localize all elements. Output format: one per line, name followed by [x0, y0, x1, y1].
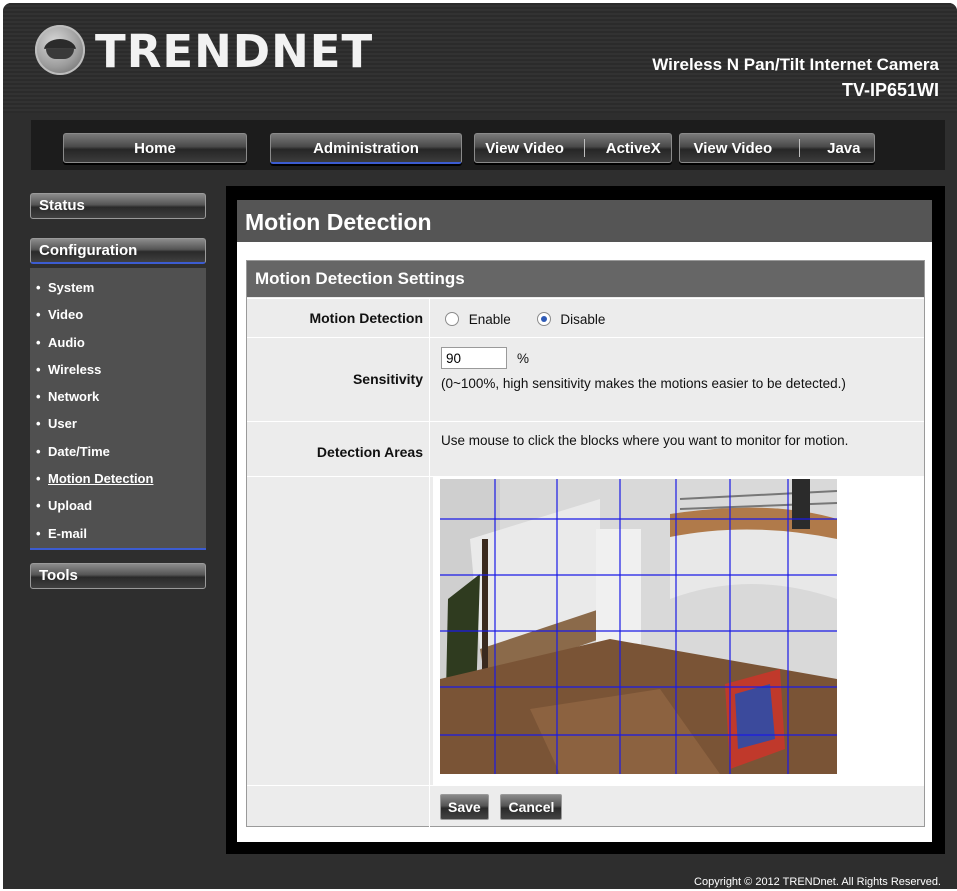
sidebar-item-motion-detection[interactable]: • Motion Detection — [36, 465, 206, 492]
sidebar-configuration[interactable]: Configuration — [30, 238, 206, 264]
product-name: Wireless N Pan/Tilt Internet Camera — [652, 55, 939, 74]
nav-view-video-activex-button[interactable]: View Video ActiveX — [474, 133, 672, 163]
section-title: Motion Detection Settings — [247, 261, 924, 297]
detection-grid[interactable] — [440, 479, 837, 774]
nav-home-label: Home — [134, 139, 176, 157]
top-navigation: Home Administration View Video ActiveX V… — [31, 120, 945, 170]
sidebar-item-email[interactable]: • E-mail — [36, 520, 206, 547]
sidebar-item-system[interactable]: • System — [36, 274, 206, 301]
nav-home-button[interactable]: Home — [63, 133, 247, 163]
nav-java-label: Java — [827, 139, 861, 157]
sidebar-item-wireless[interactable]: • Wireless — [36, 356, 206, 383]
enable-label: Enable — [468, 312, 511, 327]
cancel-button[interactable]: Cancel — [500, 794, 563, 820]
nav-view-video-label: View Video — [693, 139, 773, 157]
motion-detection-options: Enable Disable — [433, 299, 924, 337]
nav-administration-button[interactable]: Administration — [270, 133, 462, 164]
sidebar-item-network[interactable]: • Network — [36, 383, 206, 410]
sensitivity-label: Sensitivity — [247, 338, 430, 421]
sensitivity-help: (0~100%, high sensitivity makes the moti… — [441, 376, 846, 391]
sidebar-item-video[interactable]: • Video — [36, 301, 206, 328]
buttons-label-cell — [247, 786, 430, 828]
nav-view-video-java-button[interactable]: View Video Java — [679, 133, 875, 163]
nav-administration-label: Administration — [313, 139, 419, 157]
nav-view-video-label: View Video — [485, 139, 564, 157]
save-button[interactable]: Save — [440, 794, 489, 820]
detection-areas-help: Use mouse to click the blocks where you … — [441, 433, 849, 448]
trendnet-logo-icon — [35, 25, 85, 75]
motion-detection-label: Motion Detection — [247, 299, 430, 337]
sidebar-configuration-menu: • System • Video • Audio • Wireless • Network… — [30, 268, 206, 550]
sidebar-tools[interactable]: Tools — [30, 563, 206, 589]
nav-activex-label: ActiveX — [605, 139, 661, 157]
logo-text: TRENDNET — [95, 25, 374, 78]
copyright-footer: Copyright © 2012 TRENDnet. All Rights Re… — [694, 876, 941, 888]
sidebar-item-upload[interactable]: • Upload — [36, 492, 206, 519]
sensitivity-unit: % — [517, 351, 530, 366]
motion-detection-row: Motion Detection Enable Disable — [247, 298, 924, 337]
sensitivity-row: Sensitivity % (0~100%, high sensitivity … — [247, 337, 924, 421]
detection-areas-label: Detection Areas — [247, 422, 430, 476]
sidebar-item-audio[interactable]: • Audio — [36, 329, 206, 356]
sidebar-item-datetime[interactable]: • Date/Time — [36, 438, 206, 465]
detection-areas-help-cell: Use mouse to click the blocks where you … — [433, 422, 924, 476]
header: TRENDNET Wireless N Pan/Tilt Internet Ca… — [3, 3, 957, 113]
detection-areas-row: Detection Areas Use mouse to click the b… — [247, 421, 924, 476]
sensitivity-input[interactable] — [441, 347, 507, 369]
buttons-row: Save Cancel — [247, 785, 924, 828]
nav-separator — [584, 139, 586, 157]
model-number: TV-IP651WI — [841, 80, 939, 100]
sidebar-status[interactable]: Status — [30, 193, 206, 219]
buttons-cell: Save Cancel — [433, 786, 924, 828]
nav-separator — [799, 139, 801, 157]
sidebar-item-user[interactable]: • User — [36, 410, 206, 437]
page-title: Motion Detection — [237, 200, 932, 242]
sensitivity-control: % (0~100%, high sensitivity makes the mo… — [433, 338, 924, 421]
camera-preview[interactable] — [440, 479, 837, 774]
enable-radio[interactable] — [445, 312, 459, 326]
disable-radio[interactable] — [536, 312, 551, 326]
detection-grid-label-cell — [247, 477, 430, 785]
disable-label: Disable — [560, 312, 606, 327]
